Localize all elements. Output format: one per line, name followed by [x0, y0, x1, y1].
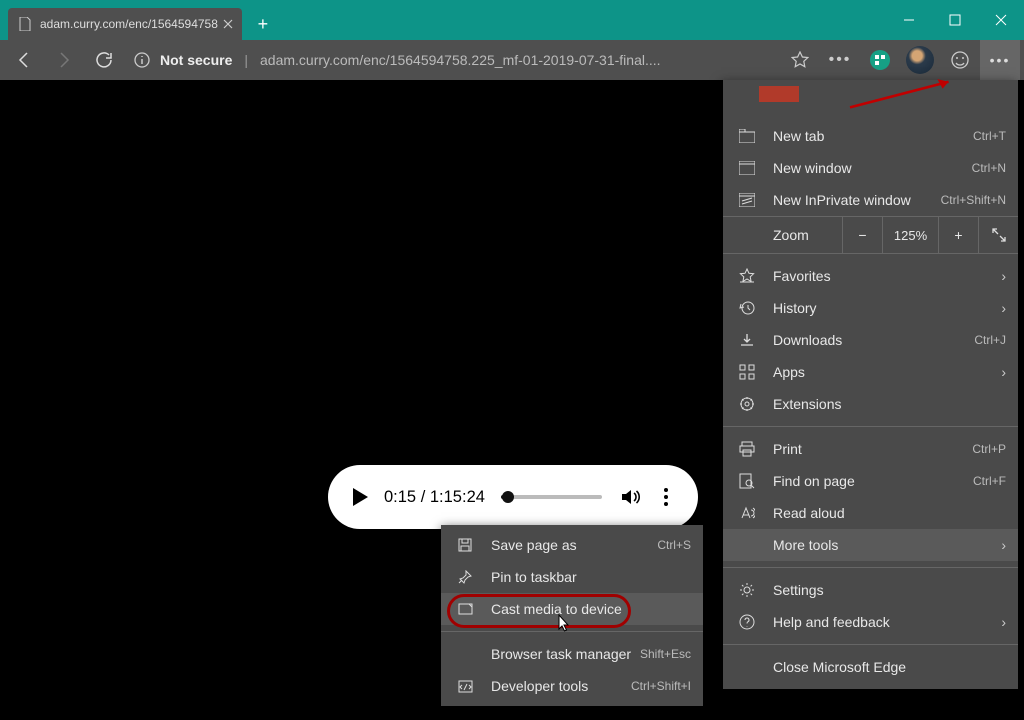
security-info-icon[interactable]: [132, 50, 152, 70]
read-aloud-icon: [735, 505, 759, 521]
tab-title: adam.curry.com/enc/1564594758: [40, 17, 218, 31]
browser-tab[interactable]: adam.curry.com/enc/1564594758: [8, 8, 242, 40]
fullscreen-button[interactable]: [978, 216, 1018, 254]
zoom-in-button[interactable]: +: [938, 216, 978, 254]
menu-downloads[interactable]: Downloads Ctrl+J: [723, 324, 1018, 356]
chevron-right-icon: ›: [992, 537, 1006, 553]
submenu-cast-media-to-device[interactable]: Cast media to device: [441, 593, 703, 625]
print-icon: [735, 441, 759, 457]
menu-new-window[interactable]: New window Ctrl+N: [723, 152, 1018, 184]
menu-history[interactable]: History ›: [723, 292, 1018, 324]
zoom-row: Zoom − 125% +: [723, 216, 1018, 254]
url-text: adam.curry.com/enc/1564594758.225_mf-01-…: [260, 52, 661, 68]
submenu-developer-tools[interactable]: Developer tools Ctrl+Shift+I: [441, 670, 703, 702]
submenu-save-page-as[interactable]: Save page as Ctrl+S: [441, 529, 703, 561]
menu-close-edge[interactable]: Close Microsoft Edge: [723, 651, 1018, 683]
notification-badge: [759, 86, 799, 102]
new-window-icon: [735, 161, 759, 175]
minimize-button[interactable]: [886, 0, 932, 40]
help-icon: [735, 614, 759, 630]
menu-print[interactable]: Print Ctrl+P: [723, 433, 1018, 465]
menu-divider: [723, 644, 1018, 645]
settings-and-more-button[interactable]: •••: [980, 40, 1020, 80]
page-icon: [18, 17, 32, 31]
zoom-label: Zoom: [723, 227, 842, 243]
download-icon: [735, 332, 759, 348]
back-button[interactable]: [4, 40, 44, 80]
new-tab-button[interactable]: +: [248, 9, 278, 39]
favorite-button[interactable]: [780, 40, 820, 80]
menu-divider: [723, 426, 1018, 427]
maximize-button[interactable]: [932, 0, 978, 40]
submenu-pin-to-taskbar[interactable]: Pin to taskbar: [441, 561, 703, 593]
cast-icon: [453, 603, 477, 616]
menu-divider: [723, 567, 1018, 568]
window-controls: [886, 0, 1024, 40]
audio-more-button[interactable]: [648, 479, 684, 515]
extensions-icon: [735, 396, 759, 412]
menu-find-on-page[interactable]: Find on page Ctrl+F: [723, 465, 1018, 497]
chevron-right-icon: ›: [992, 364, 1006, 380]
find-icon: [735, 473, 759, 489]
settings-icon: [735, 582, 759, 598]
menu-extensions[interactable]: Extensions: [723, 388, 1018, 420]
inprivate-icon: [735, 193, 759, 207]
address-field[interactable]: Not secure | adam.curry.com/enc/15645947…: [128, 45, 776, 75]
history-icon: [735, 300, 759, 316]
zoom-out-button[interactable]: −: [842, 216, 882, 254]
seek-slider[interactable]: [501, 495, 602, 499]
apps-icon: [735, 364, 759, 380]
profile-avatar[interactable]: [906, 46, 934, 74]
menu-more-tools[interactable]: More tools ›: [723, 529, 1018, 561]
toolbar-more-icon[interactable]: •••: [820, 40, 860, 80]
address-bar: Not secure | adam.curry.com/enc/15645947…: [0, 40, 1024, 80]
pin-icon: [453, 570, 477, 584]
main-menu: New tab Ctrl+T New window Ctrl+N New InP…: [723, 80, 1018, 689]
menu-new-inprivate-window[interactable]: New InPrivate window Ctrl+Shift+N: [723, 184, 1018, 216]
new-tab-icon: [735, 129, 759, 143]
volume-button[interactable]: [612, 479, 648, 515]
menu-divider: [441, 631, 703, 632]
menu-read-aloud[interactable]: Read aloud: [723, 497, 1018, 529]
audio-player: 0:15 / 1:15:24: [328, 465, 698, 529]
menu-settings[interactable]: Settings: [723, 574, 1018, 606]
save-icon: [453, 538, 477, 552]
tab-close-button[interactable]: [218, 14, 238, 34]
close-window-button[interactable]: [978, 0, 1024, 40]
menu-apps[interactable]: Apps ›: [723, 356, 1018, 388]
play-button[interactable]: [342, 479, 378, 515]
submenu-browser-task-manager[interactable]: Browser task manager Shift+Esc: [441, 638, 703, 670]
menu-favorites[interactable]: Favorites ›: [723, 260, 1018, 292]
star-icon: [735, 268, 759, 284]
zoom-value: 125%: [882, 216, 938, 254]
qr-extension-icon[interactable]: [860, 40, 900, 80]
more-tools-submenu: Save page as Ctrl+S Pin to taskbar Cast …: [441, 525, 703, 706]
chevron-right-icon: ›: [992, 268, 1006, 284]
forward-button[interactable]: [44, 40, 84, 80]
feedback-icon[interactable]: [940, 40, 980, 80]
separator: |: [244, 52, 248, 68]
menu-new-tab[interactable]: New tab Ctrl+T: [723, 120, 1018, 152]
title-bar: adam.curry.com/enc/1564594758 +: [0, 0, 1024, 40]
menu-help-and-feedback[interactable]: Help and feedback ›: [723, 606, 1018, 638]
security-label: Not secure: [160, 52, 232, 68]
devtools-icon: [453, 680, 477, 693]
refresh-button[interactable]: [84, 40, 124, 80]
chevron-right-icon: ›: [992, 300, 1006, 316]
chevron-right-icon: ›: [992, 614, 1006, 630]
time-display: 0:15 / 1:15:24: [384, 488, 485, 507]
